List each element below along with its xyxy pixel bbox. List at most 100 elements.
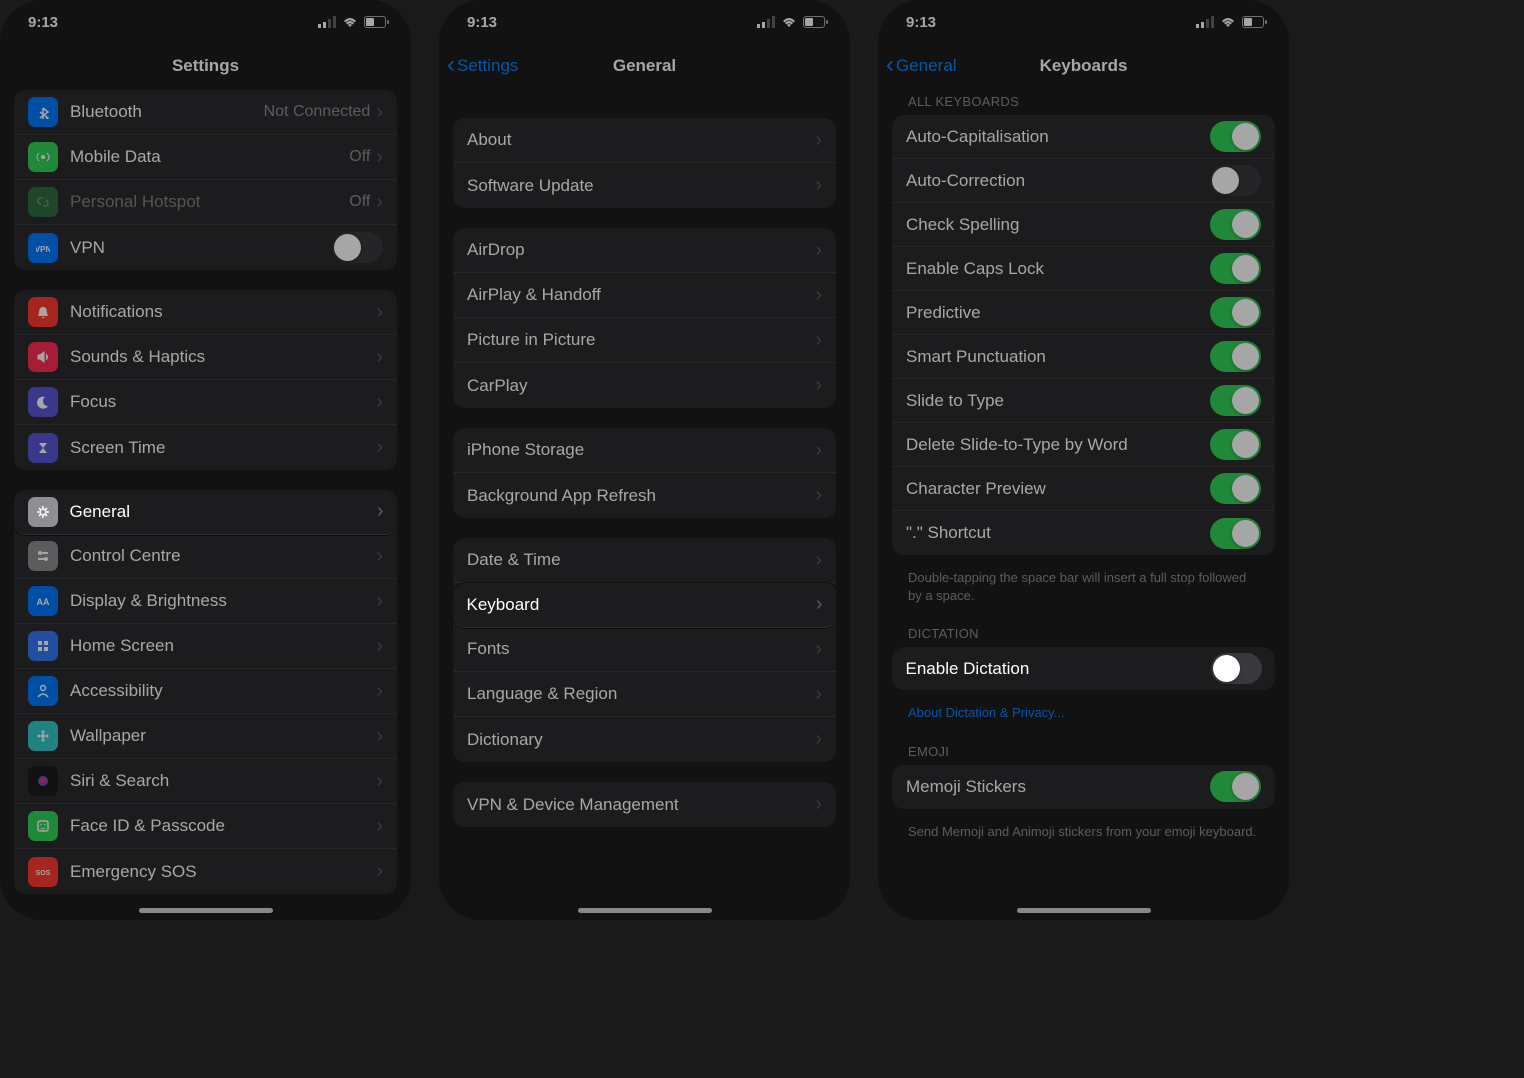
app-icon: SOS [28, 857, 58, 887]
toggle[interactable] [1210, 297, 1261, 328]
list-row[interactable]: Character Preview [892, 467, 1275, 511]
list-row[interactable]: Focus› [14, 380, 397, 425]
app-icon [28, 297, 58, 327]
home-indicator[interactable] [578, 908, 712, 913]
app-icon [28, 676, 58, 706]
toggle-knob [1213, 655, 1240, 682]
toggle[interactable] [1210, 121, 1261, 152]
list-row[interactable]: Date & Time› [453, 538, 836, 583]
toggle[interactable] [1210, 165, 1261, 196]
dictation-privacy-link[interactable]: About Dictation & Privacy... [892, 698, 1275, 738]
list-row[interactable]: Dictionary› [453, 717, 836, 762]
list-row[interactable]: Face ID & Passcode› [14, 804, 397, 849]
list-row[interactable]: Accessibility› [14, 669, 397, 714]
list-row[interactable]: Screen Time› [14, 425, 397, 470]
list-row[interactable]: Delete Slide-to-Type by Word [892, 423, 1275, 467]
list-row[interactable]: Keyboard› [453, 583, 836, 628]
list-row[interactable]: Auto-Capitalisation [892, 115, 1275, 159]
row-label: Slide to Type [906, 391, 1210, 411]
list-row[interactable]: Check Spelling [892, 203, 1275, 247]
app-icon [28, 142, 58, 172]
row-label: "." Shortcut [906, 523, 1210, 543]
list-row[interactable]: Mobile DataOff› [14, 135, 397, 180]
toggle-knob [1232, 773, 1259, 800]
chevron-right-icon: › [376, 191, 383, 214]
toggle[interactable] [1210, 771, 1261, 802]
row-label: Emergency SOS [70, 862, 376, 882]
row-label: Check Spelling [906, 215, 1210, 235]
list-row[interactable]: Slide to Type [892, 379, 1275, 423]
list-row[interactable]: Predictive [892, 291, 1275, 335]
toggle[interactable] [1210, 429, 1261, 460]
home-indicator[interactable] [1017, 908, 1151, 913]
chevron-right-icon: › [815, 174, 822, 197]
list-row[interactable]: Smart Punctuation [892, 335, 1275, 379]
row-label: Language & Region [467, 684, 815, 704]
row-label: Software Update [467, 176, 815, 196]
list-row[interactable]: General› [14, 490, 397, 535]
list-row[interactable]: SOSEmergency SOS› [14, 849, 397, 894]
list-row[interactable]: AirPlay & Handoff› [453, 273, 836, 318]
row-label: Fonts [467, 639, 815, 659]
chevron-right-icon: › [376, 301, 383, 324]
back-label: General [896, 56, 956, 76]
home-indicator[interactable] [139, 908, 273, 913]
toggle[interactable] [1210, 341, 1261, 372]
list-row[interactable]: Background App Refresh› [453, 473, 836, 518]
toggle[interactable] [1210, 209, 1261, 240]
chevron-right-icon: › [815, 129, 822, 152]
list-row[interactable]: BluetoothNot Connected› [14, 90, 397, 135]
back-button[interactable]: ‹ General [886, 55, 956, 77]
list-row[interactable]: Auto-Correction [892, 159, 1275, 203]
settings-content[interactable]: BluetoothNot Connected›Mobile DataOff›Pe… [0, 90, 411, 920]
list-row[interactable]: Control Centre› [14, 534, 397, 579]
list-row[interactable]: Language & Region› [453, 672, 836, 717]
list-row[interactable]: Wallpaper› [14, 714, 397, 759]
list-row[interactable]: Software Update› [453, 163, 836, 208]
list-row[interactable]: VPN & Device Management› [453, 782, 836, 827]
general-content[interactable]: About›Software Update› AirDrop›AirPlay &… [439, 88, 850, 920]
phone-keyboards: 9:13 ‹ General Keyboards ALL KEYBOARDS A… [878, 0, 1289, 920]
list-row[interactable]: CarPlay› [453, 363, 836, 408]
list-row[interactable]: AirDrop› [453, 228, 836, 273]
toggle[interactable] [1210, 473, 1261, 504]
list-row[interactable]: Enable Dictation [892, 647, 1275, 690]
toggle[interactable] [332, 232, 383, 263]
list-row[interactable]: Notifications› [14, 290, 397, 335]
date-group: Date & Time›Keyboard›Fonts›Language & Re… [453, 538, 836, 762]
list-row[interactable]: iPhone Storage› [453, 428, 836, 473]
toggle-knob [1232, 123, 1259, 150]
list-row[interactable]: AADisplay & Brightness› [14, 579, 397, 624]
toggle[interactable] [1210, 253, 1261, 284]
list-row[interactable]: VPNVPN [14, 225, 397, 270]
list-row[interactable]: Picture in Picture› [453, 318, 836, 363]
app-icon [28, 811, 58, 841]
chevron-right-icon: › [376, 101, 383, 124]
toggle[interactable] [1210, 385, 1261, 416]
navbar: ‹ Settings General [439, 44, 850, 88]
list-row[interactable]: Siri & Search› [14, 759, 397, 804]
toggle-knob [1232, 211, 1259, 238]
status-bar: 9:13 [878, 0, 1289, 44]
list-row[interactable]: Home Screen› [14, 624, 397, 669]
back-button[interactable]: ‹ Settings [447, 55, 518, 77]
phone-general: 9:13 ‹ Settings General About›Software U… [439, 0, 850, 920]
toggle[interactable] [1210, 518, 1261, 549]
list-row[interactable]: "." Shortcut [892, 511, 1275, 555]
toggle[interactable] [1211, 653, 1262, 684]
list-row[interactable]: Memoji Stickers [892, 765, 1275, 809]
keyboards-content[interactable]: ALL KEYBOARDS Auto-CapitalisationAuto-Co… [878, 88, 1289, 920]
storage-group: iPhone Storage›Background App Refresh› [453, 428, 836, 518]
list-row[interactable]: About› [453, 118, 836, 163]
list-row[interactable]: Personal HotspotOff› [14, 180, 397, 225]
back-label: Settings [457, 56, 518, 76]
list-row[interactable]: Enable Caps Lock [892, 247, 1275, 291]
page-title: Settings [172, 56, 239, 76]
row-label: VPN & Device Management [467, 795, 815, 815]
list-row[interactable]: Fonts› [453, 627, 836, 672]
airdrop-group: AirDrop›AirPlay & Handoff›Picture in Pic… [453, 228, 836, 408]
list-row[interactable]: Sounds & Haptics› [14, 335, 397, 380]
page-title: General [613, 56, 676, 76]
row-label: Mobile Data [70, 147, 349, 167]
status-icons [757, 16, 828, 28]
